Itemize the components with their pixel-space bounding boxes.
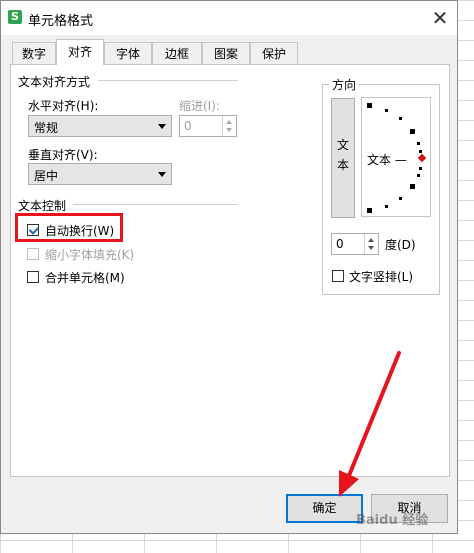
indent-spin-buttons[interactable] xyxy=(222,116,236,136)
horizontal-align-value: 常规 xyxy=(34,121,59,135)
merge-cells-label[interactable]: 合并单元格(M) xyxy=(45,269,125,286)
wps-sheet-icon: S xyxy=(8,10,22,24)
indent-stepper[interactable]: 0 xyxy=(179,115,237,137)
vertical-align-select[interactable]: 居中 xyxy=(28,163,172,185)
vertical-text-char: 本 xyxy=(336,158,349,172)
tab-protection[interactable]: 保护 xyxy=(250,42,298,64)
horizontal-align-select[interactable]: 常规 xyxy=(28,115,172,137)
dial-point xyxy=(367,208,372,213)
indent-value: 0 xyxy=(184,119,192,133)
degree-stepper[interactable]: 0 xyxy=(331,233,379,255)
tab-number[interactable]: 数字 xyxy=(12,42,56,64)
text-alignment-group-title: 文本对齐方式 xyxy=(18,75,91,89)
ok-button[interactable]: 确定 xyxy=(286,494,363,523)
shrink-to-fit-label: 缩小字体填充(K) xyxy=(45,248,135,262)
group-divider xyxy=(98,80,238,81)
merge-cells-checkbox[interactable] xyxy=(27,271,39,283)
vertical-stack-checkbox[interactable] xyxy=(332,270,344,282)
vertical-stack-label[interactable]: 文字竖排(L) xyxy=(349,268,413,285)
dial-point xyxy=(419,167,422,170)
spin-down-icon[interactable] xyxy=(368,246,374,250)
shrink-to-fit-checkbox[interactable] xyxy=(27,248,39,260)
dial-point xyxy=(410,129,415,134)
vertical-text-button[interactable]: 文 本 xyxy=(331,98,355,218)
spin-up-icon[interactable] xyxy=(368,238,374,242)
orientation-dial[interactable]: 文本 — xyxy=(361,97,431,217)
dial-point xyxy=(367,103,372,108)
dial-text: 文本 — xyxy=(367,153,407,167)
dial-point xyxy=(410,184,415,189)
degree-label: 度(D) xyxy=(385,238,416,252)
text-control-group-title: 文本控制 xyxy=(18,199,67,213)
dial-point xyxy=(399,117,402,120)
degree-spin-buttons[interactable] xyxy=(364,234,378,254)
dialog-title: 单元格格式 xyxy=(28,14,94,29)
vertical-text-char: 文 xyxy=(336,138,349,152)
spin-up-icon[interactable] xyxy=(226,120,232,124)
dial-point xyxy=(385,109,388,112)
indent-label: 缩进(I): xyxy=(179,99,220,113)
title-bar: S 单元格格式 ✕ xyxy=(1,1,457,35)
tab-font[interactable]: 字体 xyxy=(104,42,152,64)
close-icon[interactable]: ✕ xyxy=(423,1,457,35)
chevron-down-icon xyxy=(158,172,166,177)
dial-point xyxy=(417,174,420,177)
cell-format-dialog: S 单元格格式 ✕ 数字 对齐 字体 边框 图案 保护 文本对齐方式 水平对齐(… xyxy=(0,0,458,534)
watermark: Baidu 经验 xyxy=(356,513,429,528)
orientation-group-title: 方向 xyxy=(329,76,360,93)
spin-down-icon[interactable] xyxy=(226,128,232,132)
vertical-align-label: 垂直对齐(V): xyxy=(28,148,98,162)
horizontal-align-label: 水平对齐(H): xyxy=(28,99,99,113)
dial-point xyxy=(417,142,420,145)
dial-handle[interactable] xyxy=(417,153,427,163)
tab-pattern[interactable]: 图案 xyxy=(202,42,250,64)
degree-value: 0 xyxy=(336,237,344,251)
chevron-down-icon xyxy=(158,124,166,129)
dial-point xyxy=(399,197,402,200)
dial-point xyxy=(385,205,388,208)
tab-alignment[interactable]: 对齐 xyxy=(56,39,104,65)
vertical-align-value: 居中 xyxy=(34,169,59,183)
group-divider xyxy=(73,204,238,205)
wrap-text-highlight xyxy=(15,213,123,242)
alignment-panel: 文本对齐方式 水平对齐(H): 常规 缩进(I): 0 垂直对齐(V): 居中 … xyxy=(10,64,450,477)
tab-border[interactable]: 边框 xyxy=(152,42,202,64)
